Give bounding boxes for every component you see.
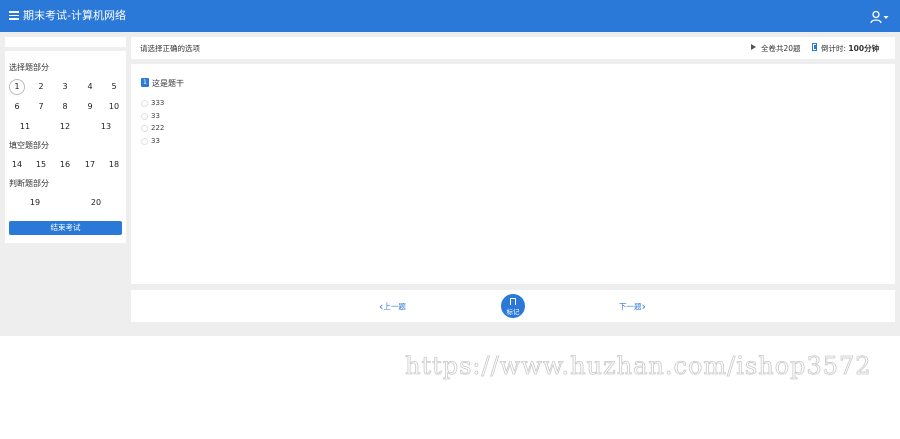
option-label: 333 xyxy=(151,99,165,107)
question-number-1[interactable]: 1 xyxy=(9,79,25,95)
prev-label: 上一题 xyxy=(383,302,406,311)
question-number-15[interactable]: 15 xyxy=(33,157,49,173)
radio-icon[interactable] xyxy=(141,124,148,132)
question-index-badge: 1 xyxy=(141,78,149,87)
option-label: 222 xyxy=(151,124,165,132)
section-title-fill: 填空题部分 xyxy=(9,141,49,150)
next-label: 下一题 xyxy=(619,302,642,311)
radio-icon[interactable] xyxy=(141,99,148,107)
next-question-button[interactable]: 下一题› xyxy=(619,301,646,312)
question-number-11[interactable]: 11 xyxy=(17,119,33,135)
chevron-right-icon: › xyxy=(641,300,646,313)
question-number-8[interactable]: 8 xyxy=(57,99,73,115)
countdown: 倒计时: 100分钟 xyxy=(821,43,879,54)
question-number-7[interactable]: 7 xyxy=(33,99,49,115)
section-title-choice: 选择题部分 xyxy=(9,63,49,72)
section-title-judge: 判断题部分 xyxy=(9,179,49,188)
question-number-17[interactable]: 17 xyxy=(82,157,98,173)
question-number-9[interactable]: 9 xyxy=(82,99,98,115)
countdown-label: 倒计时: xyxy=(821,44,847,53)
end-exam-button[interactable]: 结束考试 xyxy=(9,221,122,235)
question-number-2[interactable]: 2 xyxy=(33,79,49,95)
question-number-13[interactable]: 13 xyxy=(98,119,114,135)
total-questions: 全卷共20题 xyxy=(761,44,801,53)
question-number-10[interactable]: 10 xyxy=(106,99,122,115)
watermark-text: https://www.huzhan.com/ishop3572 xyxy=(405,352,872,381)
mark-label: 标记 xyxy=(506,308,520,316)
question-number-16[interactable]: 16 xyxy=(57,157,73,173)
question-navigation-bar: ‹上一题 标记 下一题› xyxy=(131,290,895,322)
exam-app: 期末考试-计算机网络 选择题部分 1 2 3 4 5 6 7 8 9 10 11… xyxy=(0,0,900,336)
question-panel: 1 这是题干 333 33 222 33 xyxy=(131,64,895,284)
countdown-value: 100分钟 xyxy=(848,44,880,53)
exam-title: 期末考试-计算机网络 xyxy=(23,9,126,22)
option-item[interactable]: 33 xyxy=(141,137,160,145)
radio-icon[interactable] xyxy=(141,137,148,145)
hamburger-menu-icon[interactable] xyxy=(9,11,19,20)
question-number-5[interactable]: 5 xyxy=(106,79,122,95)
option-label: 33 xyxy=(151,137,160,145)
instruction-text: 请选择正确的选项 xyxy=(140,44,200,53)
question-info-bar: 请选择正确的选项 全卷共20题 倒计时: 100分钟 xyxy=(131,37,895,59)
prev-question-button[interactable]: ‹上一题 xyxy=(379,301,406,312)
hourglass-icon xyxy=(812,43,817,51)
option-item[interactable]: 33 xyxy=(141,112,160,120)
bookmark-icon xyxy=(510,298,516,305)
play-icon xyxy=(751,44,756,50)
question-number-20[interactable]: 20 xyxy=(88,195,104,211)
question-navigator: 选择题部分 1 2 3 4 5 6 7 8 9 10 11 12 13 填空题部… xyxy=(5,37,126,243)
question-number-3[interactable]: 3 xyxy=(57,79,73,95)
question-stem: 这是题干 xyxy=(152,79,184,88)
question-number-6[interactable]: 6 xyxy=(9,99,25,115)
radio-icon[interactable] xyxy=(141,112,148,120)
question-number-4[interactable]: 4 xyxy=(82,79,98,95)
mark-question-button[interactable]: 标记 xyxy=(501,294,525,318)
top-header: 期末考试-计算机网络 xyxy=(0,0,900,32)
sidebar-top-bar xyxy=(5,37,126,51)
question-number-19[interactable]: 19 xyxy=(27,195,43,211)
option-item[interactable]: 333 xyxy=(141,99,164,107)
question-number-18[interactable]: 18 xyxy=(106,157,122,173)
option-item[interactable]: 222 xyxy=(141,124,164,132)
question-number-14[interactable]: 14 xyxy=(9,157,25,173)
user-menu-icon[interactable] xyxy=(870,9,890,24)
question-number-12[interactable]: 12 xyxy=(57,119,73,135)
option-label: 33 xyxy=(151,112,160,120)
